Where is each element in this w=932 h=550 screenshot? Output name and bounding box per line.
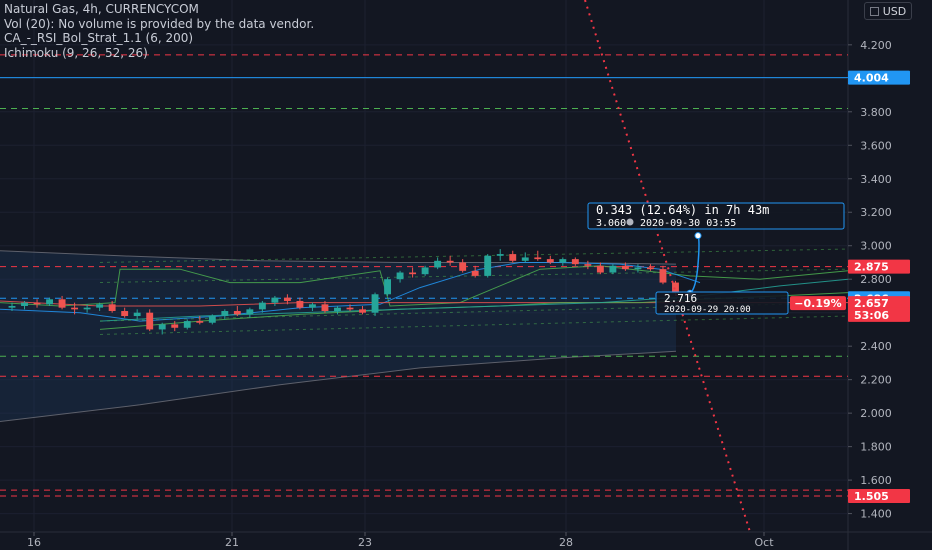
candle-body [659,269,667,283]
candle-body [634,267,642,270]
legend-symbol[interactable]: Natural Gas, 4h, CURRENCYCOM [4,2,314,17]
x-tick-label: 23 [358,536,372,549]
projection-target-price: 3.060 [596,218,626,229]
y-tick-label: 4.200 [860,39,892,52]
y-tick-label: 1.600 [860,474,892,487]
candle-body [21,302,28,306]
candle-body [459,262,467,271]
candle-body [621,265,629,270]
currency-unit-button[interactable]: USD [864,2,912,20]
legend-ichimoku[interactable]: Ichimoku (9, 26, 52, 26) [4,46,314,61]
legend-strategy[interactable]: CA_-_RSI_Bol_Strat_1.1 (6, 200) [4,31,314,46]
price-tag-label: 4.004 [854,72,889,85]
candle-body [183,321,191,328]
candle-body [309,304,316,308]
projection-change-text: 0.343 (12.64%) in 7h 43m [596,203,769,217]
lock-scale-icon [869,6,879,16]
projection-target-time: 2020-09-30 03:55 [640,218,736,229]
candle-body [271,297,279,303]
candle-body [596,265,604,273]
candle-body [296,300,304,308]
candle-body [46,299,53,305]
candle-body [133,312,141,317]
candle-body [484,255,492,276]
y-tick-label: 2.200 [860,374,892,387]
y-tick-label: 3.800 [860,106,892,119]
candle-body [96,304,104,308]
candle-body [258,302,266,310]
candle-body [108,304,116,312]
candle-body [609,265,617,273]
candle-body [8,305,16,308]
candle-body [384,279,391,295]
currency-unit-label: USD [882,4,907,18]
current-price-text: 2.716 [664,292,697,305]
price-tag-label: 53:06 [854,309,889,322]
candle-body [71,307,79,310]
candle-body [584,264,592,266]
y-tick-label: 3.400 [860,173,892,186]
x-tick-label: 21 [225,536,239,549]
candle-body [371,294,379,313]
candle-body [233,311,241,315]
candle-body [559,259,567,263]
candle-body [334,307,341,312]
y-tick-label: 2.800 [860,273,892,286]
candle-body [146,312,154,330]
candle-body [396,272,404,280]
candle-body [33,302,41,305]
candle-body [409,272,417,275]
candle-body [346,307,354,310]
candle-body [196,321,204,323]
y-tick-label: 3.600 [860,139,892,152]
candle-body [121,311,129,317]
y-tick-label: 3.000 [860,240,892,253]
candle-body [471,270,479,276]
y-tick-label: 3.200 [860,206,892,219]
candle-body [171,324,179,328]
candle-body [496,254,504,256]
candle-body [83,307,91,310]
candle-body [58,299,66,308]
candle-body [521,257,529,261]
candle-body [158,324,166,330]
candle-body [421,267,429,275]
price-tag-label: 1.505 [854,490,889,503]
projection-end-point [694,232,702,240]
legend-volume[interactable]: Vol (20): No volume is provided by the d… [4,17,314,32]
x-tick-label: 28 [559,536,573,549]
candle-body [571,259,579,265]
y-tick-label: 2.400 [860,340,892,353]
chart-legend: Natural Gas, 4h, CURRENCYCOM Vol (20): N… [4,2,314,60]
candle-body [434,260,442,268]
y-tick-label: 2.000 [860,407,892,420]
candle-body [208,316,216,323]
candle-body [546,259,554,263]
change-percent-text: −0.19% [794,297,841,310]
x-tick-label: 16 [27,536,41,549]
y-tick-label: 1.800 [860,441,892,454]
y-tick-label: 1.400 [860,508,892,521]
candle-body [534,257,542,260]
price-tag-label: 2.875 [854,261,889,274]
candle-body [246,309,254,315]
candle-body [321,304,329,312]
candle-body [647,267,654,270]
candle-body [221,311,229,317]
clock-icon [626,218,634,226]
candle-body [359,309,366,313]
x-tick-label: Oct [754,536,774,549]
candle-body [446,260,454,263]
candle-body [283,297,291,301]
current-time-text: 2020-09-29 20:00 [664,305,751,315]
candle-body [509,254,517,261]
price-chart[interactable]: 4.2004.0003.8003.6003.4003.2003.0002.800… [0,0,932,550]
